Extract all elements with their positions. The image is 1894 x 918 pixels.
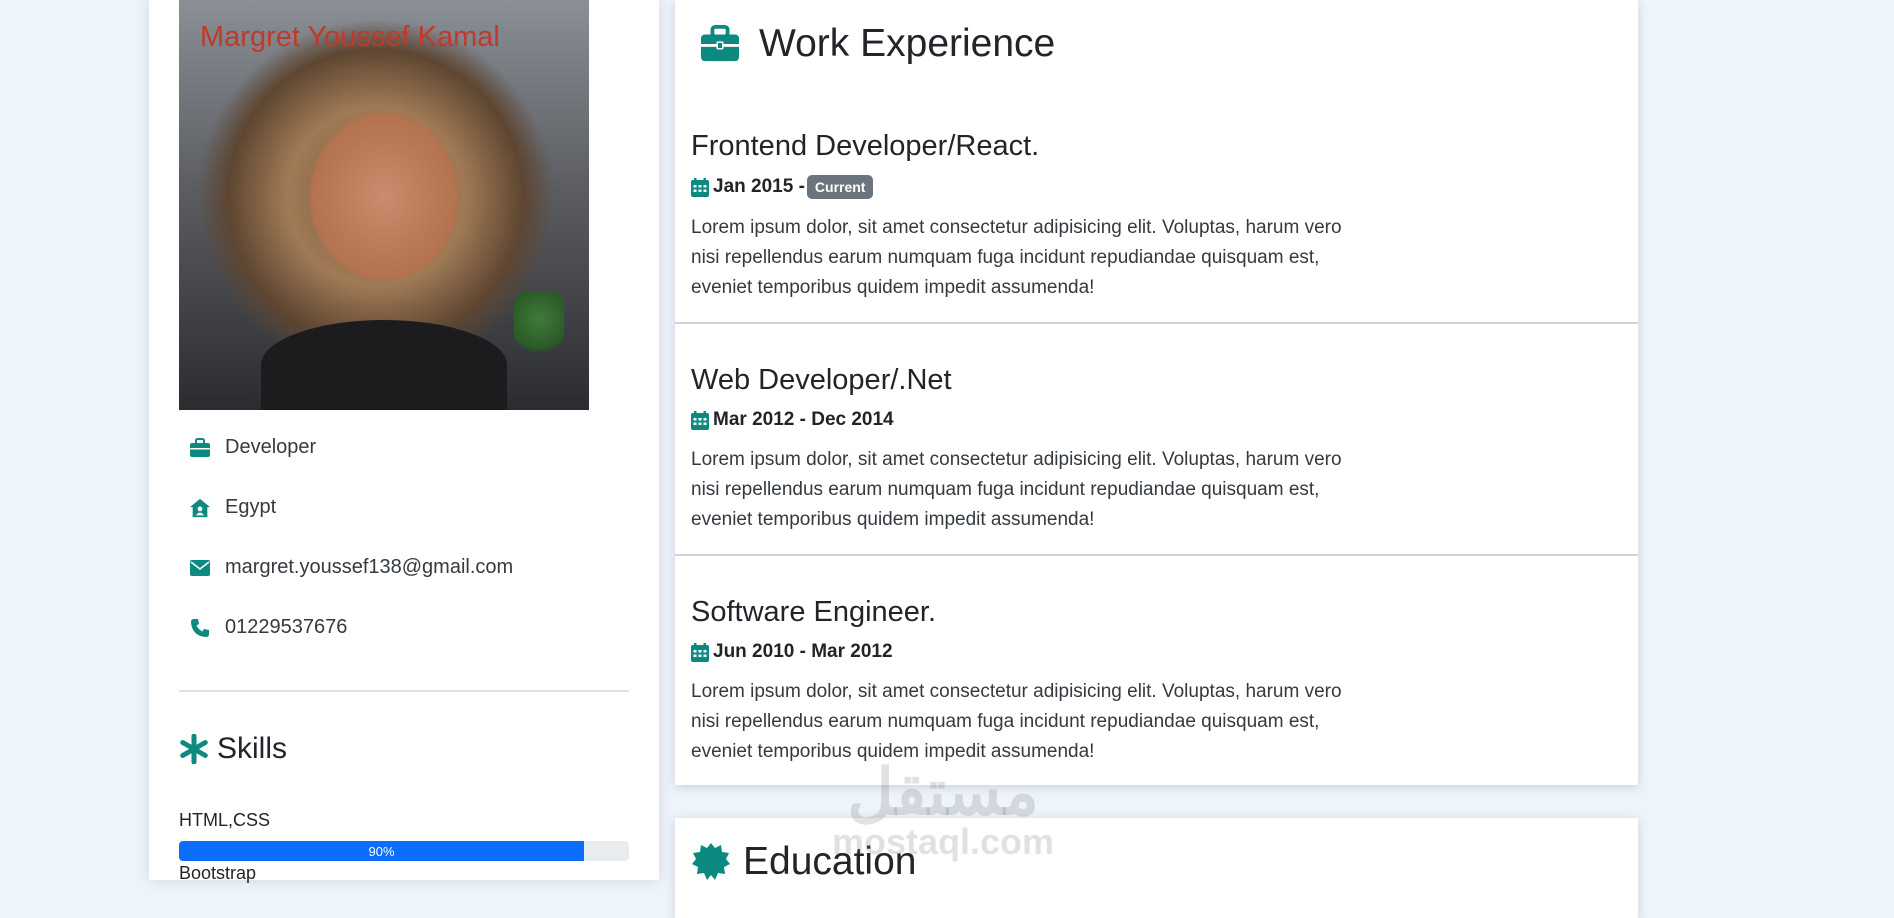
country-label: Egypt (225, 496, 277, 518)
education-card: Education (675, 818, 1638, 918)
job-date: Mar 2012 - Dec 2014 (691, 409, 1591, 431)
skill-name: HTML,CSS (179, 810, 271, 830)
info-email: margret.youssef138@gmail.com (189, 556, 513, 579)
job-description: Lorem ipsum dolor, sit amet consectetur … (691, 681, 1342, 762)
job-entry: Software Engineer. Jun 2010 - Mar 2012 L… (691, 596, 1591, 767)
job-title: Web Developer/.Net (691, 364, 952, 396)
briefcase-icon (189, 437, 211, 459)
job-date: Jun 2010 - Mar 2012 (691, 641, 1591, 663)
house-user-icon (189, 497, 211, 519)
job-divider (675, 322, 1638, 324)
email-link[interactable]: margret.youssef138@gmail.com (225, 556, 513, 579)
profile-sidebar: Margret Youssef Kamal Developer Egypt ma… (149, 0, 659, 883)
asterisk-icon (179, 734, 209, 764)
job-date: Jan 2015 - Current (691, 175, 1591, 199)
job-title: Software Engineer. (691, 596, 937, 628)
profile-photo: Margret Youssef Kamal (179, 0, 589, 410)
experience-card: Work Experience Frontend Developer/React… (675, 0, 1638, 785)
photo-plant (514, 290, 565, 361)
job-date-text: Jun 2010 - Mar 2012 (713, 641, 893, 662)
skill-progress: 90% (179, 841, 629, 861)
job-title: Frontend Developer/React. (691, 130, 1040, 162)
info-job: Developer (189, 436, 316, 459)
experience-heading: Work Experience (699, 22, 1055, 66)
profile-name: Margret Youssef Kamal (200, 21, 500, 53)
job-entry: Frontend Developer/React. Jan 2015 - Cur… (691, 130, 1591, 303)
job-date-text: Mar 2012 - Dec 2014 (713, 409, 894, 430)
education-heading: Education (691, 840, 916, 884)
job-description: Lorem ipsum dolor, sit amet consectetur … (691, 217, 1342, 298)
phone-label: 01229537676 (225, 616, 348, 638)
photo-shirt (261, 319, 507, 410)
education-title: Education (743, 840, 917, 883)
skills-title: Skills (217, 732, 288, 765)
skills-heading: Skills (179, 732, 287, 766)
certificate-icon (691, 842, 731, 882)
skill-name: Bootstrap (179, 863, 257, 883)
job-entry: Web Developer/.Net Mar 2012 - Dec 2014 L… (691, 364, 1591, 535)
calendar-icon (691, 642, 709, 662)
job-label: Developer (225, 436, 317, 458)
job-date-text: Jan 2015 - (713, 176, 805, 197)
job-description: Lorem ipsum dolor, sit amet consectetur … (691, 449, 1342, 530)
phone-icon (189, 617, 211, 639)
job-divider (675, 554, 1638, 556)
calendar-icon (691, 410, 709, 430)
current-badge: Current (806, 175, 874, 199)
experience-title: Work Experience (759, 22, 1056, 65)
skill-progress-bar: 90% (179, 841, 584, 861)
calendar-icon (691, 177, 709, 197)
info-country: Egypt (189, 496, 276, 519)
briefcase-icon (699, 25, 741, 63)
sidebar-divider (179, 690, 629, 692)
envelope-icon (189, 557, 211, 579)
info-phone: 01229537676 (189, 616, 347, 639)
